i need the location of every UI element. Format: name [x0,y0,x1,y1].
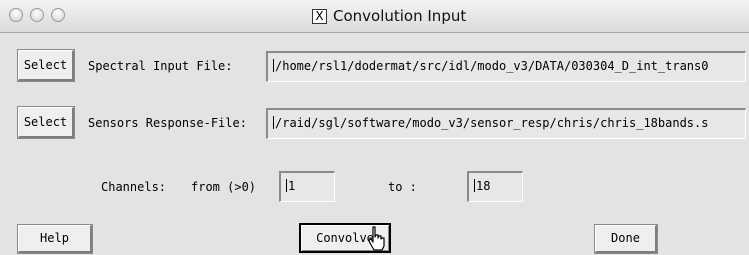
text-caret [273,59,274,72]
title-bar[interactable]: X Convolution Input [0,0,749,33]
select-spectral-file-button[interactable]: Select [17,49,75,82]
window-title: Convolution Input [333,7,467,25]
channels-to-value: 18 [476,179,491,193]
help-button[interactable]: Help [17,224,93,254]
channels-from-label: from (>0) [191,180,257,194]
convolution-input-window: X Convolution Input Select Spectral Inpu… [0,0,749,255]
text-caret [474,179,475,192]
spectral-input-value: /home/rsl1/dodermat/src/idl/modo_v3/DATA… [275,59,709,73]
text-caret [273,116,274,129]
sensor-response-label: Sensors Response-File: [88,116,247,130]
x-window-icon: X [312,8,327,24]
text-caret [286,179,287,192]
channels-from-field[interactable]: 1 [279,171,335,202]
done-button[interactable]: Done [594,224,658,254]
channels-label: Channels: [101,180,167,194]
hand-pointer-icon [368,226,385,251]
channels-to-field[interactable]: 18 [467,171,523,202]
zoom-window-button[interactable] [51,8,65,22]
sensor-response-value: /raid/sgl/software/modo_v3/sensor_resp/c… [275,116,709,130]
sensor-response-field[interactable]: /raid/sgl/software/modo_v3/sensor_resp/c… [266,108,746,139]
channels-from-value: 1 [288,179,296,193]
select-sensor-file-button[interactable]: Select [17,106,75,139]
spectral-input-label: Spectral Input File: [88,59,233,73]
channels-to-label: to : [388,180,417,194]
close-window-button[interactable] [9,8,23,22]
window-title-group: X Convolution Input [312,7,466,25]
minimize-window-button[interactable] [30,8,44,22]
spectral-input-field[interactable]: /home/rsl1/dodermat/src/idl/modo_v3/DATA… [266,51,746,82]
